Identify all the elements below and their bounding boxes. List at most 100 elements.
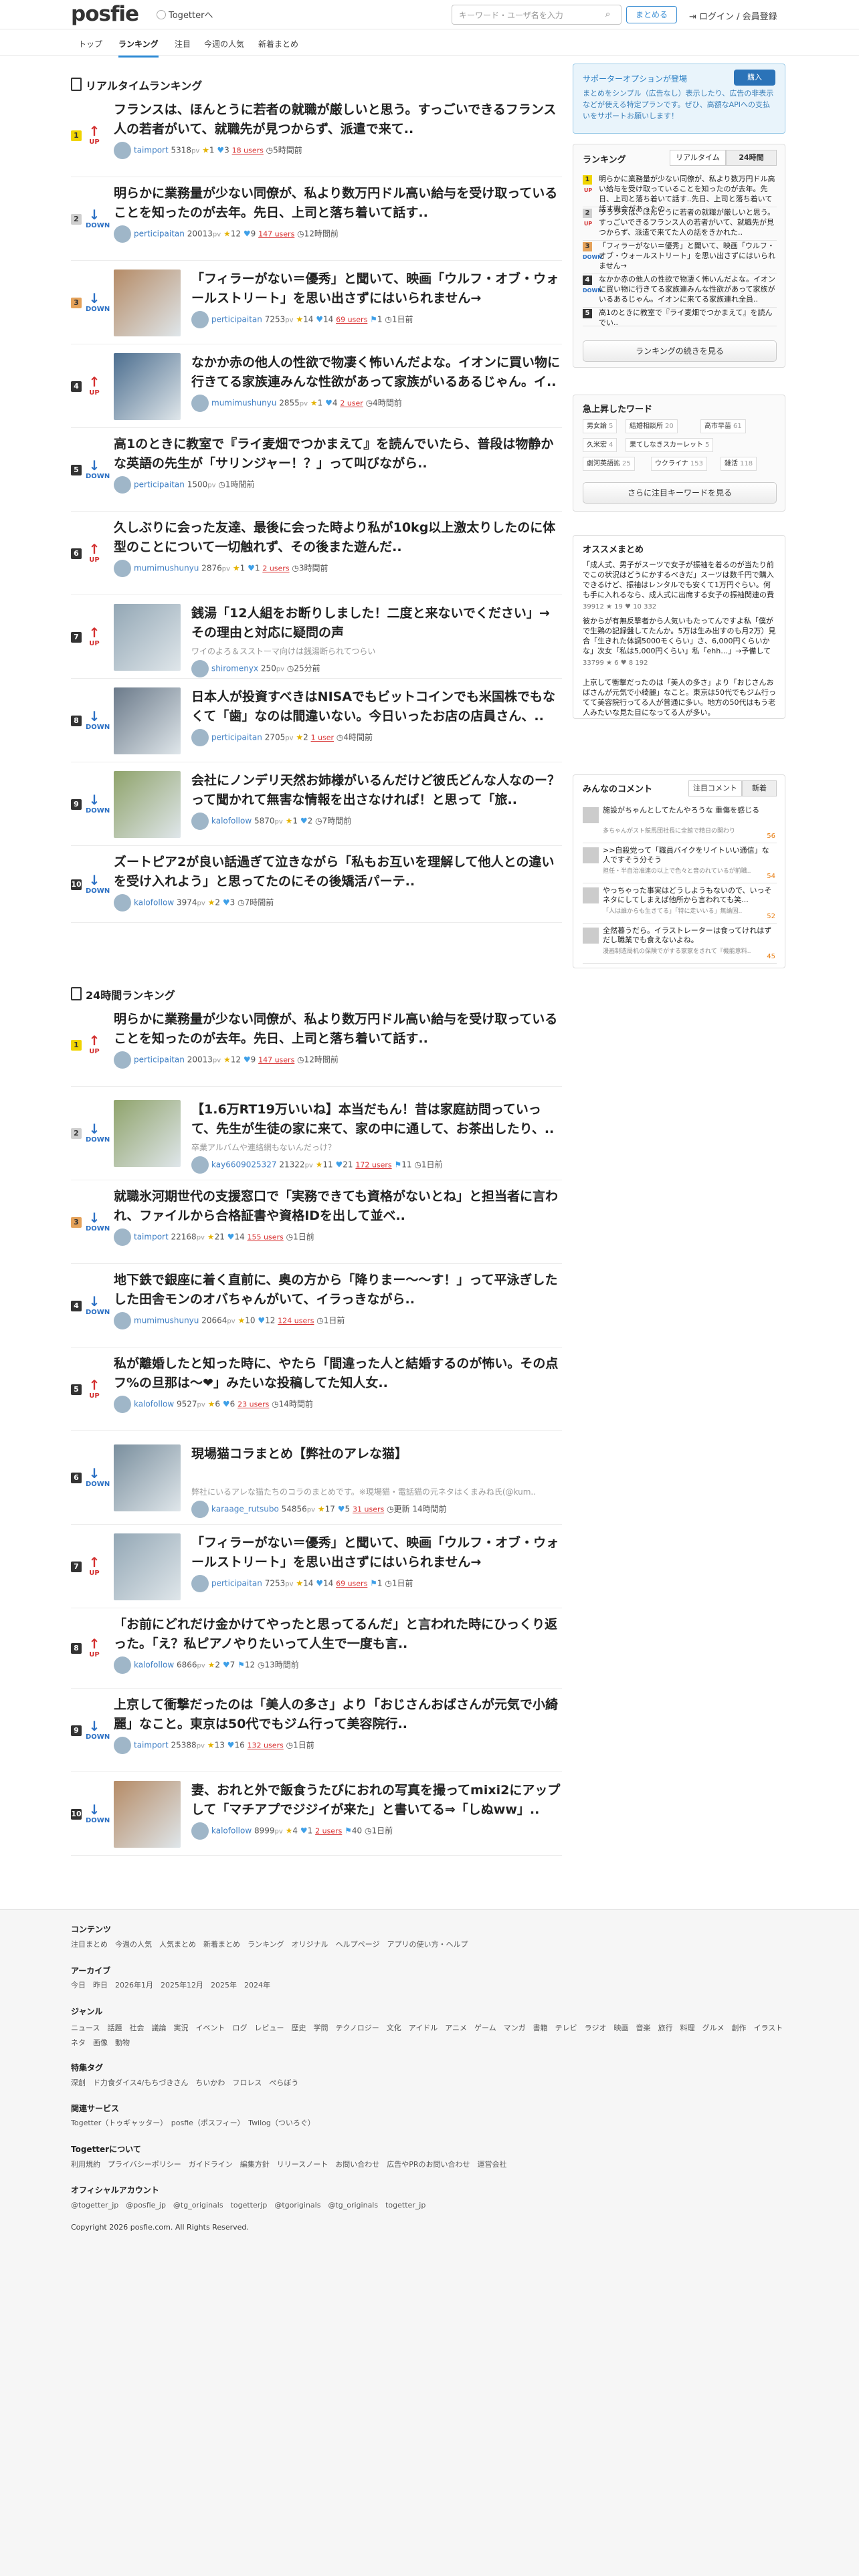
item-title[interactable]: 現場猫コラまとめ【弊社のアレな猫】 (191, 1444, 562, 1464)
thumbnail-image[interactable] (114, 353, 181, 420)
ranking-item[interactable]: 9 ↓ DOWN 会社にノンデリ天然お姉様がいるんだけど彼氏どんな人なのー？って聞かれ… (71, 762, 562, 846)
author-name[interactable]: karaage_rutsubo (211, 1505, 279, 1514)
avatar[interactable] (114, 225, 131, 243)
ranking-item[interactable]: 8 ↓ DOWN 日本人が投資すべきはNISAでもビットコインでも米国株でもなくて「歯… (71, 679, 562, 762)
recommend-text[interactable]: 上京して衝撃だったのは「美人の多さ」より「おじさんおばさんが元気で小綺麗」なこと… (583, 677, 777, 716)
users-badge[interactable]: 132 users (248, 1741, 284, 1750)
users-badge[interactable]: 147 users (258, 230, 294, 239)
nav-ranking[interactable]: ランキング (118, 38, 159, 58)
keyword-tag[interactable]: 久米宏 4 (583, 438, 617, 452)
author-name[interactable]: perticipaitan (134, 229, 185, 239)
author-name[interactable]: taimport (134, 1741, 169, 1750)
users-badge[interactable]: 155 users (248, 1233, 284, 1242)
avatar[interactable] (191, 395, 209, 412)
item-title[interactable]: ズートピア2が良い話過ぎて泣きながら「私もお互いを理解して他人との違いを受け入れ… (114, 853, 562, 891)
thumbnail-image[interactable] (114, 1533, 181, 1600)
purchase-button[interactable]: 購入 (734, 70, 775, 86)
author-name[interactable]: kay6609025327 (211, 1160, 277, 1170)
author-name[interactable]: kalofollow (211, 1826, 252, 1836)
avatar[interactable] (191, 813, 209, 830)
avatar[interactable] (114, 894, 131, 911)
avatar[interactable] (114, 560, 131, 577)
ranking-item[interactable]: 2 ↓ DOWN 【1.6万RT19万いいね】本当だもん！昔は家庭訪問っていって、先生… (71, 1087, 562, 1180)
comment-text[interactable]: やっちゃった事実はどうしようもないので、いっそネタにしてしまえば他所から言われて… (603, 886, 775, 905)
item-title[interactable]: 私が離婚したと知った時に、やたら「間違った人と結婚するのが怖い。その点フ%の旦那… (114, 1354, 562, 1393)
item-title[interactable]: 「お前にどれだけ金かけてやったと思ってるんだ」と言われた時にひっくり返った。「え… (114, 1615, 562, 1654)
keyword-tag[interactable]: 果てしなきスカーレット 5 (626, 438, 714, 452)
matome-button[interactable]: まとめる (626, 6, 677, 23)
footer-genre-links[interactable]: ニュース 話題 社会 議論 実況 イベント ログ レビュー 歴史 学問 テクノロ… (71, 2021, 790, 2050)
thumbnail-image[interactable] (114, 270, 181, 336)
keyword-tag[interactable]: 劇河英語拡 25 (583, 457, 635, 471)
users-badge[interactable]: 1 user (311, 734, 335, 742)
ranking-item[interactable]: 1 ↑ UP フランスは、ほんとうに若者の就職が厳しいと思う。すっごいできるフランス人… (71, 94, 562, 177)
item-title[interactable]: 妻、おれと外で飯食うたびにおれの写真を撮ってmixi2にアップして「マチアプでジ… (191, 1781, 562, 1820)
ranking-item[interactable]: 2 ↓ DOWN 明らかに業務量が少ない同僚が、私より数万円ドル高い給与を受け取ってい… (71, 177, 562, 261)
comment-text[interactable]: 施設がちゃんとしてたんやろうな 重傷を感じる (603, 806, 775, 815)
comment-item[interactable]: >>自殺党って「職員バイクをリイトいい通信」な人ですそう分そう 担任・半自治准連の… (583, 846, 777, 883)
item-title[interactable]: 明らかに業務量が少ない同僚が、私より数万円ドル高い給与を受け取っていることを知っ… (114, 1010, 562, 1049)
avatar[interactable] (114, 1737, 131, 1754)
users-badge[interactable]: 2 user (340, 399, 363, 408)
avatar[interactable] (114, 1312, 131, 1329)
thumbnail-image[interactable] (114, 1781, 181, 1848)
nav-chumoku[interactable]: 注目 (175, 38, 191, 49)
users-badge[interactable]: 2 users (262, 564, 289, 573)
item-title[interactable]: 【1.6万RT19万いいね】本当だもん！昔は家庭訪問っていって、先生が生徒の家に… (191, 1100, 562, 1139)
sidebar-ranking-item[interactable]: 1 UP 明らかに業務量が少ない同僚が、私より数万円ドル高い給与を受け取っていること… (583, 174, 777, 213)
keyword-tag[interactable]: 高市早苗 61 (700, 419, 746, 433)
ranking-item[interactable]: 3 ↓ DOWN 就職氷河期世代の支援窓口で「実務できても資格がないとね」と担当者に言… (71, 1180, 562, 1264)
keyword-tag[interactable]: 雑活 118 (721, 457, 757, 471)
item-title[interactable]: 久しぶりに会った友達、最後に会った時より私が10kg以上激太りしたのに体型のこと… (114, 518, 562, 557)
footer-service-links[interactable]: Togetter（トゥギャッター） posfie（ポスフィー） Twilog（つ… (71, 2117, 787, 2128)
tab-realtime[interactable]: リアルタイム (670, 150, 726, 166)
ranking-item[interactable]: 10 ↓ DOWN ズートピア2が良い話過ぎて泣きながら「私もお互いを理解して他人との… (71, 846, 562, 923)
footer-archive-links[interactable]: 今日 昨日 2026年1月 2025年12月 2025年 2024年 (71, 1979, 787, 1990)
item-title[interactable]: 上京して衝撃だったのは「美人の多さ」より「おじさんおばさんが元気で小綺麗」なこと… (114, 1695, 562, 1734)
author-name[interactable]: kalofollow (134, 1660, 174, 1670)
users-badge[interactable]: 147 users (258, 1056, 294, 1065)
recommend-text[interactable]: 彼からが有無反撃者から人気いもたってんですよ私「僕がで生鶏の記録盤してたんか。5… (583, 616, 777, 656)
ranking-item[interactable]: 6 ↑ UP 久しぶりに会った友達、最後に会った時より私が10kg以上激太りしたのに体… (71, 512, 562, 595)
item-title[interactable]: 会社にノンデリ天然お姉様がいるんだけど彼氏どんな人なのー？って聞かれて無害な情報… (191, 771, 562, 810)
author-name[interactable]: perticipaitan (211, 1579, 262, 1588)
comment-text[interactable]: >>自殺党って「職員バイクをリイトいい通信」な人ですそう分そう (603, 846, 775, 865)
search-icon[interactable]: ⌕ (605, 9, 615, 19)
item-title[interactable]: フランスは、ほんとうに若者の就職が厳しいと思う。すっごいできるフランス人の若者が… (114, 100, 562, 139)
footer-content-links[interactable]: 注目まとめ 今週の人気 人気まとめ 新着まとめ ランキング オリジナル ヘルプペ… (71, 1939, 787, 1949)
sidebar-ranking-item[interactable]: 4 DOWN なかか赤の他人の性欲で物凄く怖いんだよな。イオンに買い物に行きてる家族… (583, 274, 777, 308)
users-badge[interactable]: 23 users (237, 1400, 269, 1409)
avatar[interactable] (191, 311, 209, 328)
ranking-item[interactable]: 4 ↓ DOWN 地下鉄で銀座に着く直前に、奥の方から「降りまー〜〜す！」って平泳ぎし… (71, 1264, 562, 1348)
author-name[interactable]: mumimushunyu (134, 1316, 199, 1325)
users-badge[interactable]: 2 users (315, 1827, 342, 1836)
recommend-item[interactable]: 上京して衝撃だったのは「美人の多さ」より「おじさんおばさんが元気で小綺麗」なこと… (583, 677, 777, 716)
comment-text[interactable]: 全然暮うだら。イラストレーターは食ってけれはずだし職業でも食えないよね。 (603, 926, 775, 945)
users-badge[interactable]: 18 users (232, 146, 264, 155)
item-title[interactable]: 就職氷河期世代の支援窓口で「実務できても資格がないとね」と担当者に言われ、ファイ… (114, 1187, 562, 1226)
tab-new-comment[interactable]: 新着 (742, 780, 777, 796)
avatar[interactable] (114, 1396, 131, 1413)
avatar[interactable] (114, 476, 131, 494)
thumbnail-image[interactable] (114, 1100, 181, 1167)
avatar[interactable] (191, 1156, 209, 1174)
recommend-text[interactable]: 「成人式、男子がスーツで女子が振袖を着るのが当たり前でこの状況はどうにかするべき… (583, 560, 777, 600)
nav-top[interactable]: トップ (78, 38, 102, 49)
nav-weekly[interactable]: 今週の人気 (204, 38, 244, 49)
item-title[interactable]: 高1のときに教室で『ライ麦畑でつかまえて』を読んでいたら、普段は物静かな英語の先… (114, 435, 562, 473)
thumbnail-image[interactable] (114, 604, 181, 671)
author-name[interactable]: taimport (134, 146, 169, 155)
recommend-item[interactable]: 彼からが有無反撃者から人気いもたってんですよ私「僕がで生鶏の記録盤してたんか。5… (583, 616, 777, 669)
footer-tags-links[interactable]: 深創 ド力食ダイス4/もちづきさん ちいかわ フロレス ぺらぼう (71, 2077, 787, 2088)
tab-24h[interactable]: 24時間 (726, 150, 777, 166)
item-title[interactable]: 「フィラーがない＝優秀」と聞いて、映画「ウルフ・オブ・ウォールストリート」を思い… (191, 270, 562, 308)
sidebar-ranking-item[interactable]: 2 UP フランスは、ほんとうに若者の就職が厳しいと思う。すっごいできるフランス人の… (583, 207, 777, 241)
sidebar-ranking-item[interactable]: 5 高1のときに教室で『ライ麦畑でつかまえて』を読んでい.. (583, 308, 777, 327)
author-name[interactable]: kalofollow (134, 1400, 174, 1409)
item-title[interactable]: 銭湯「12人組をお断りしました！二度と来ないでください」→その理由と対応に疑問の… (191, 604, 562, 643)
users-badge[interactable]: 124 users (278, 1317, 314, 1325)
users-badge[interactable]: 69 users (336, 1580, 367, 1588)
item-title[interactable]: 日本人が投資すべきはNISAでもビットコインでも米国株でもなくて「歯」なのは間違… (191, 687, 562, 726)
footer-accounts-links[interactable]: @togetter_jp @posfie_jp @tg_originals to… (71, 2199, 787, 2210)
author-name[interactable]: shiromenyx (211, 664, 258, 673)
